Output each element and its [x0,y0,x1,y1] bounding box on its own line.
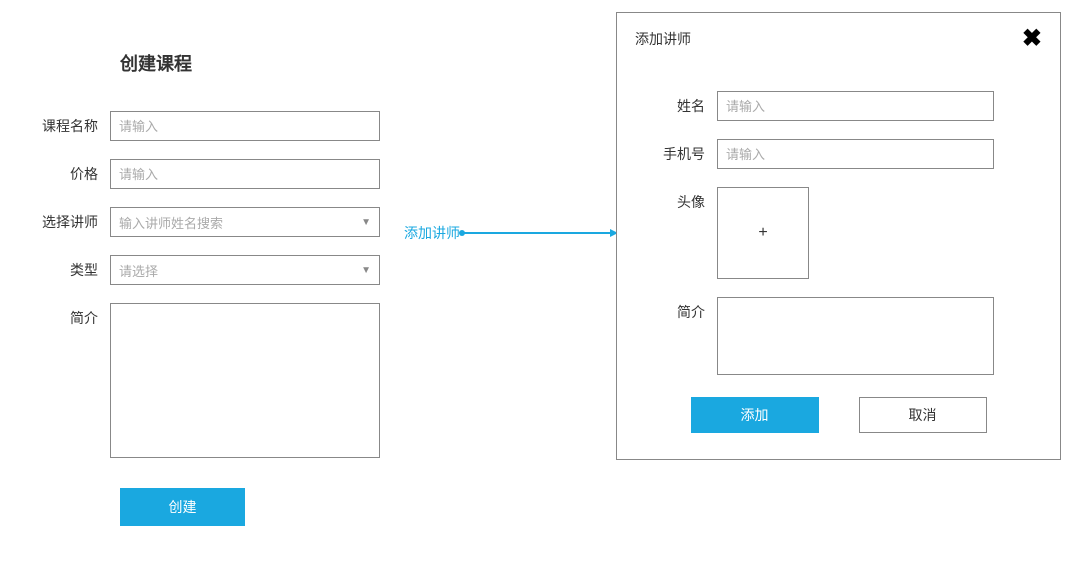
type-select[interactable]: 请选择 ▼ [110,255,380,285]
intro-label: 简介 [20,303,110,333]
course-name-input[interactable] [110,111,380,141]
price-row: 价格 [20,159,420,189]
type-select-placeholder: 请选择 [119,261,158,280]
intro-textarea[interactable] [110,303,380,458]
modal-body: 姓名 手机号 头像 + 简介 添加 取消 [617,61,1060,433]
close-icon[interactable]: ✖ [1022,27,1042,51]
modal-footer: 添加 取消 [647,397,1030,433]
modal-avatar-row: 头像 + [647,187,1030,279]
teacher-row: 选择讲师 输入讲师姓名搜索 ▼ [20,207,420,237]
add-button[interactable]: 添加 [691,397,819,433]
course-name-label: 课程名称 [20,111,110,141]
modal-phone-label: 手机号 [647,139,717,169]
modal-avatar-label: 头像 [647,187,717,217]
modal-intro-label: 简介 [647,297,717,327]
chevron-down-icon: ▼ [361,265,371,276]
modal-title: 添加讲师 [635,29,691,49]
price-label: 价格 [20,159,110,189]
teacher-select[interactable]: 输入讲师姓名搜索 ▼ [110,207,380,237]
modal-intro-textarea[interactable] [717,297,994,375]
type-row: 类型 请选择 ▼ [20,255,420,285]
modal-header: 添加讲师 ✖ [617,13,1060,61]
add-teacher-link[interactable]: 添加讲师 [404,223,460,243]
modal-name-row: 姓名 [647,91,1030,121]
plus-icon: + [758,224,767,242]
modal-name-label: 姓名 [647,91,717,121]
modal-phone-input[interactable] [717,139,994,169]
create-course-form: 创建课程 课程名称 价格 选择讲师 输入讲师姓名搜索 ▼ 类型 请选择 ▼ 简介… [20,50,420,526]
arrow-line-icon [462,232,617,234]
form-title: 创建课程 [120,50,420,76]
teacher-select-placeholder: 输入讲师姓名搜索 [119,213,223,232]
course-name-row: 课程名称 [20,111,420,141]
teacher-label: 选择讲师 [20,207,110,237]
type-label: 类型 [20,255,110,285]
intro-row: 简介 [20,303,420,458]
create-button[interactable]: 创建 [120,488,245,526]
modal-name-input[interactable] [717,91,994,121]
modal-phone-row: 手机号 [647,139,1030,169]
cancel-button[interactable]: 取消 [859,397,987,433]
avatar-upload[interactable]: + [717,187,809,279]
add-teacher-modal: 添加讲师 ✖ 姓名 手机号 头像 + 简介 添加 取消 [616,12,1061,460]
price-input[interactable] [110,159,380,189]
chevron-down-icon: ▼ [361,217,371,228]
modal-intro-row: 简介 [647,297,1030,375]
